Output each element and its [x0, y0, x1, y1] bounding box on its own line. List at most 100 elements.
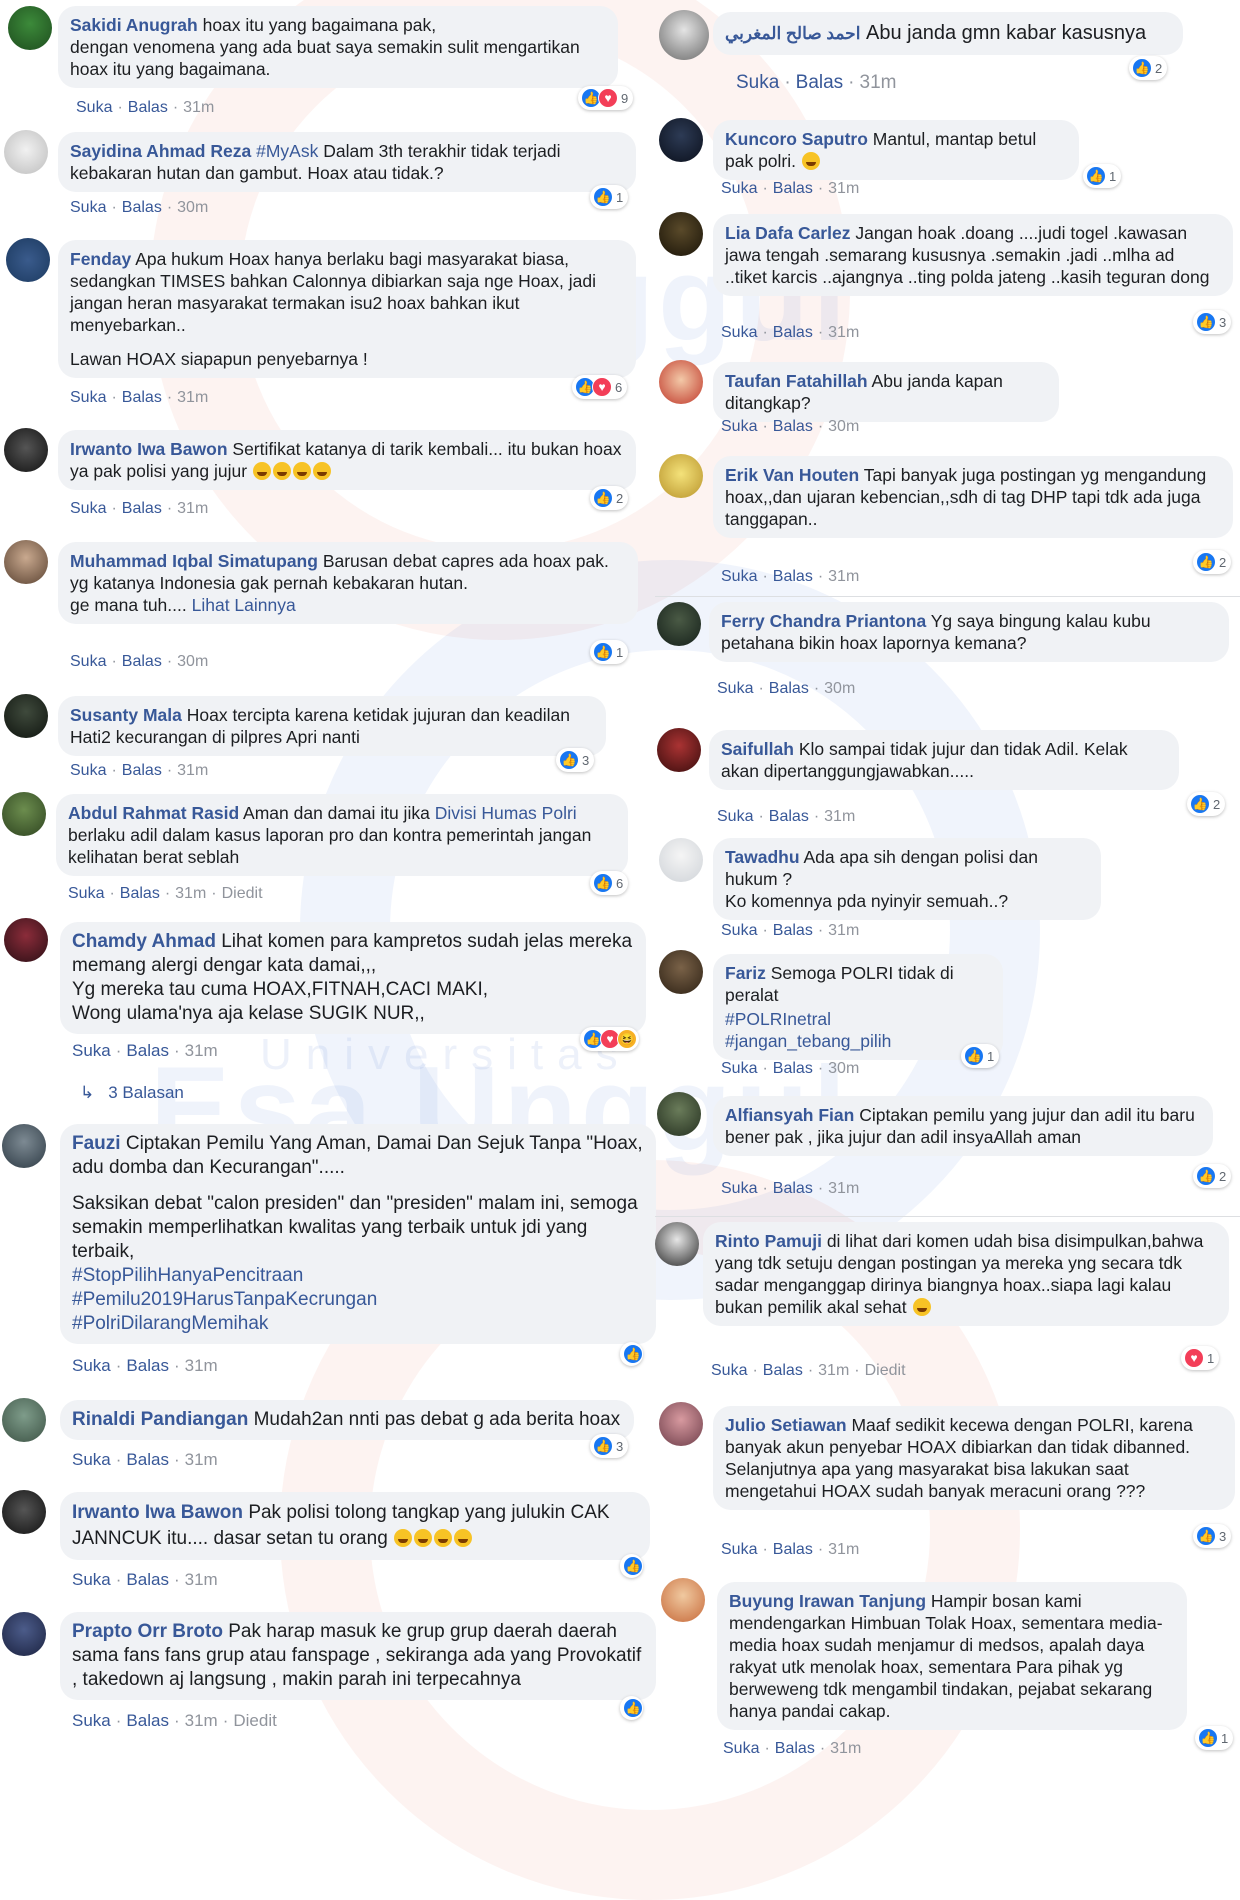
- avatar[interactable]: [2, 792, 46, 836]
- reaction-summary[interactable]: 👍 2: [1193, 1164, 1232, 1188]
- commenter-name[interactable]: Fariz: [725, 963, 766, 983]
- timestamp[interactable]: 31m: [185, 1041, 218, 1060]
- timestamp[interactable]: 31m: [828, 922, 859, 939]
- see-more-link[interactable]: Lihat Lainnya: [192, 595, 296, 615]
- reaction-summary[interactable]: 👍: [620, 1554, 643, 1578]
- commenter-name[interactable]: Susanty Mala: [70, 705, 182, 725]
- commenter-name[interactable]: Saifullah: [721, 739, 794, 759]
- reply-link[interactable]: Balas: [773, 418, 813, 435]
- avatar[interactable]: [655, 1222, 699, 1266]
- like-link[interactable]: Suka: [76, 99, 112, 116]
- reply-link[interactable]: Balas: [122, 500, 162, 517]
- commenter-name[interactable]: Erik Van Houten: [725, 465, 859, 485]
- reaction-summary[interactable]: 👍 3: [1193, 310, 1232, 334]
- like-link[interactable]: Suka: [68, 885, 104, 902]
- reply-link[interactable]: Balas: [122, 389, 162, 406]
- timestamp[interactable]: 31m: [185, 1450, 218, 1469]
- reaction-summary[interactable]: 👍 2: [590, 486, 629, 510]
- commenter-name[interactable]: Irwanto Iwa Bawon: [72, 1502, 243, 1523]
- commenter-name[interactable]: Abdul Rahmat Rasid: [68, 803, 239, 823]
- mention-link[interactable]: Divisi Humas Polri: [435, 803, 577, 823]
- like-link[interactable]: Suka: [721, 180, 757, 197]
- timestamp[interactable]: 31m: [185, 1356, 218, 1375]
- timestamp[interactable]: 31m: [828, 324, 859, 341]
- reply-link[interactable]: Balas: [122, 762, 162, 779]
- avatar[interactable]: [2, 1612, 46, 1656]
- timestamp[interactable]: 31m: [824, 808, 855, 825]
- like-link[interactable]: Suka: [717, 808, 753, 825]
- reply-link[interactable]: Balas: [122, 653, 162, 670]
- reaction-summary[interactable]: 👍 2: [1193, 550, 1232, 574]
- hashtag-link[interactable]: #MyAsk: [256, 141, 318, 161]
- reply-link[interactable]: Balas: [796, 72, 844, 93]
- like-link[interactable]: Suka: [721, 1180, 757, 1197]
- reply-link[interactable]: Balas: [773, 568, 813, 585]
- reply-link[interactable]: Balas: [773, 922, 813, 939]
- like-link[interactable]: Suka: [72, 1450, 111, 1469]
- reply-link[interactable]: Balas: [775, 1740, 815, 1757]
- timestamp[interactable]: 31m: [828, 1180, 859, 1197]
- avatar[interactable]: [6, 238, 50, 282]
- like-link[interactable]: Suka: [70, 762, 106, 779]
- like-link[interactable]: Suka: [721, 1060, 757, 1077]
- like-link[interactable]: Suka: [70, 653, 106, 670]
- timestamp[interactable]: 31m: [185, 1711, 218, 1730]
- timestamp[interactable]: 31m: [828, 568, 859, 585]
- avatar[interactable]: [4, 540, 48, 584]
- timestamp[interactable]: 31m: [175, 885, 206, 902]
- reply-link[interactable]: Balas: [126, 1711, 169, 1730]
- timestamp[interactable]: 30m: [828, 418, 859, 435]
- commenter-name[interactable]: Tawadhu: [725, 847, 800, 867]
- commenter-name[interactable]: احمد صالح المغربي: [725, 24, 860, 43]
- avatar[interactable]: [657, 602, 701, 646]
- avatar[interactable]: [659, 454, 703, 498]
- commenter-name[interactable]: Taufan Fatahillah: [725, 371, 868, 391]
- reaction-summary[interactable]: 👍 ♥ 6: [572, 375, 628, 399]
- avatar[interactable]: [659, 118, 703, 162]
- reply-link[interactable]: Balas: [773, 1541, 813, 1558]
- reaction-summary[interactable]: 👍 ♥ 9: [578, 86, 634, 110]
- reaction-summary[interactable]: 👍 1: [590, 640, 629, 664]
- commenter-name[interactable]: Julio Setiawan: [725, 1415, 847, 1435]
- like-link[interactable]: Suka: [70, 389, 106, 406]
- avatar[interactable]: [659, 950, 703, 994]
- avatar[interactable]: [4, 130, 48, 174]
- reaction-summary[interactable]: ♥ 1: [1181, 1346, 1220, 1370]
- timestamp[interactable]: 31m: [177, 762, 208, 779]
- commenter-name[interactable]: Lia Dafa Carlez: [725, 223, 850, 243]
- reaction-summary[interactable]: 👍 2: [1129, 56, 1168, 80]
- like-link[interactable]: Suka: [72, 1711, 111, 1730]
- reaction-summary[interactable]: 👍 ♥ 😆: [580, 1027, 639, 1051]
- commenter-name[interactable]: Ferry Chandra Priantona: [721, 611, 926, 631]
- commenter-name[interactable]: Fauzi: [72, 1133, 121, 1154]
- reply-link[interactable]: Balas: [120, 885, 160, 902]
- like-link[interactable]: Suka: [717, 680, 753, 697]
- timestamp[interactable]: 31m: [177, 500, 208, 517]
- avatar[interactable]: [4, 918, 48, 962]
- reply-link[interactable]: Balas: [126, 1450, 169, 1469]
- timestamp[interactable]: 31m: [183, 99, 214, 116]
- reply-link[interactable]: Balas: [126, 1356, 169, 1375]
- timestamp[interactable]: 31m: [830, 1740, 861, 1757]
- reply-link[interactable]: Balas: [126, 1570, 169, 1589]
- avatar[interactable]: [4, 428, 48, 472]
- reaction-summary[interactable]: 👍 3: [1193, 1524, 1232, 1548]
- avatar[interactable]: [657, 1092, 701, 1136]
- timestamp[interactable]: 31m: [860, 72, 897, 93]
- timestamp[interactable]: 31m: [177, 389, 208, 406]
- avatar[interactable]: [2, 1398, 46, 1442]
- commenter-name[interactable]: Irwanto Iwa Bawon: [70, 439, 228, 459]
- commenter-name[interactable]: Buyung Irawan Tanjung: [729, 1591, 926, 1611]
- avatar[interactable]: [659, 10, 709, 60]
- like-link[interactable]: Suka: [721, 568, 757, 585]
- reaction-summary[interactable]: 👍 1: [1083, 164, 1122, 188]
- like-link[interactable]: Suka: [72, 1356, 111, 1375]
- reply-link[interactable]: Balas: [773, 1180, 813, 1197]
- reaction-summary[interactable]: 👍 3: [556, 748, 595, 772]
- avatar[interactable]: [659, 1402, 703, 1446]
- like-link[interactable]: Suka: [721, 418, 757, 435]
- reaction-summary[interactable]: 👍 6: [590, 871, 629, 895]
- like-link[interactable]: Suka: [72, 1041, 111, 1060]
- commenter-name[interactable]: Kuncoro Saputro: [725, 129, 868, 149]
- like-link[interactable]: Suka: [72, 1570, 111, 1589]
